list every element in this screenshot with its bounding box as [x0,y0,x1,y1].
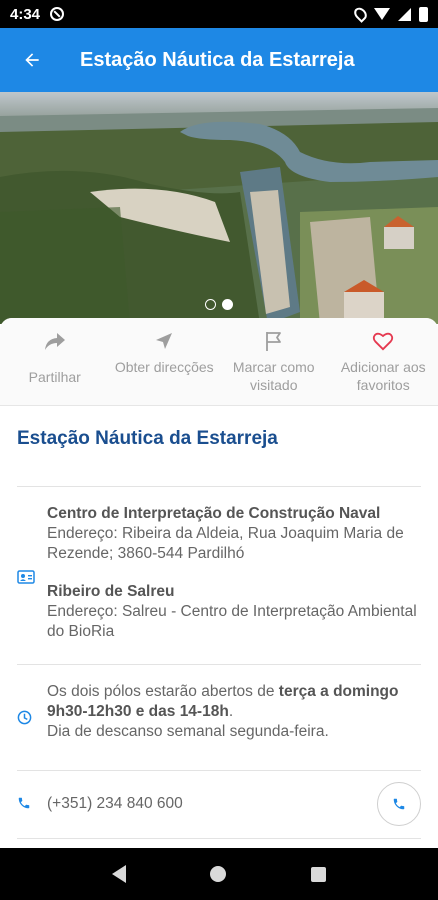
navigation-arrow-icon [156,333,173,349]
signal-icon [398,7,411,21]
hours-prefix: Os dois pólos estarão abertos de [47,683,279,700]
heart-icon [373,332,394,351]
place-title: Estação Náutica da Estarreja [17,428,278,449]
share-icon [44,333,65,350]
battery-icon [419,6,428,22]
status-bar: 4:34 [0,0,438,28]
share-button[interactable]: Partilhar [0,318,110,405]
location-1: Centro de Interpretação de Construção Na… [47,504,421,564]
location-2: Ribeiro de Salreu Endereço: Salreu - Cen… [47,582,421,642]
clock-icon [17,710,32,725]
system-nav-bar [0,848,438,900]
divider [17,770,421,771]
mark-visited-button[interactable]: Marcar como visitado [219,318,329,405]
app-title: Estação Náutica da Estarreja [80,48,355,71]
location-icon [351,5,370,23]
favorite-label: Adicionar aos favoritos [340,359,426,393]
location-2-name: Ribeiro de Salreu [47,583,175,600]
wifi-icon [374,8,390,20]
directions-button[interactable]: Obter direcções [110,318,220,405]
app-bar: Estação Náutica da Estarreja [0,28,438,92]
do-not-disturb-icon [50,7,65,21]
directions-label: Obter direcções [114,359,214,375]
share-label: Partilhar [28,369,81,385]
divider [17,486,421,487]
hero-image[interactable] [0,92,438,324]
status-icons [351,5,428,23]
phone-icon [18,797,30,809]
nav-home-icon[interactable] [210,866,227,882]
mark-visited-label: Marcar como visitado [232,359,315,393]
nav-recents-icon[interactable] [310,866,326,882]
aerial-photo [0,92,438,324]
phone-section: (+351) 234 840 600 [17,784,421,844]
status-time: 4:34 [10,5,41,23]
call-button[interactable] [377,782,421,826]
back-button[interactable] [0,28,64,92]
contact-card-icon [17,570,35,584]
flag-icon [265,332,281,351]
hours-text: Os dois pólos estarão abertos de terça a… [47,682,421,742]
favorite-button[interactable]: Adicionar aos favoritos [329,318,438,405]
pager-dot[interactable] [205,299,216,310]
gallery-pager [0,299,438,310]
phone-number: (+351) 234 840 600 [47,795,183,812]
rest-day: Dia de descanso semanal segunda-feira. [47,723,329,740]
arrow-back-icon [25,53,39,67]
location-1-name: Centro de Interpretação de Construção Na… [47,505,381,522]
hours-suffix: . [228,703,234,720]
location-1-address: Endereço: Ribeira da Aldeia, Rua Joaquim… [47,525,404,562]
address-section: Centro de Interpretação de Construção Na… [17,504,421,652]
location-2-address: Endereço: Salreu - Centro de Interpretaç… [47,603,417,640]
action-bar: Partilhar Obter direcções Marcar como vi… [0,318,438,406]
detail-card: Partilhar Obter direcções Marcar como vi… [0,318,438,848]
phone-icon [393,798,405,810]
divider [17,838,421,839]
hours-section: Os dois pólos estarão abertos de terça a… [17,682,421,752]
pager-dot-active[interactable] [222,299,233,310]
nav-back-icon[interactable] [112,865,127,883]
divider [17,664,421,665]
